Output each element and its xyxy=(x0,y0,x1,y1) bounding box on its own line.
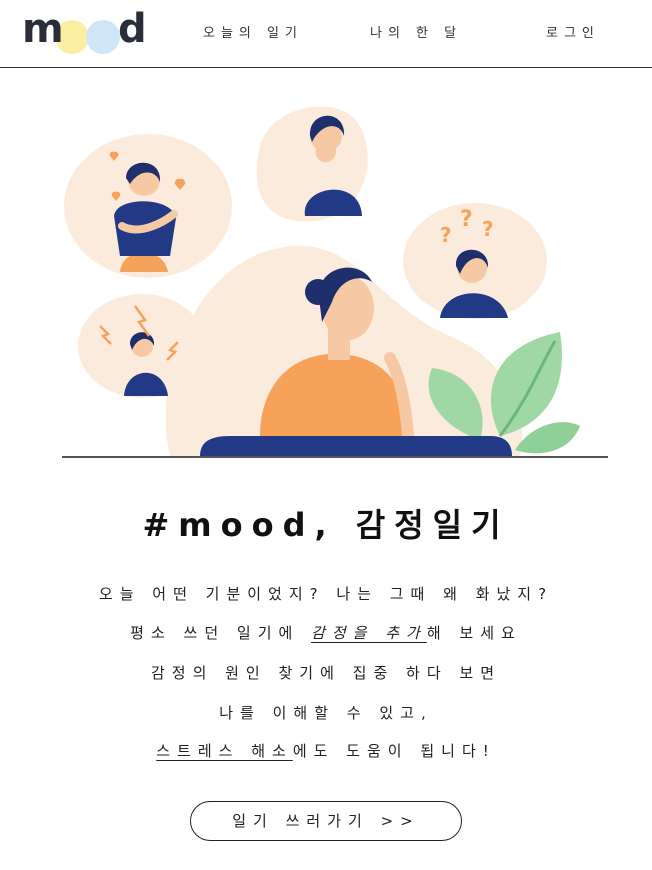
stress-relief-link[interactable]: 스트레스 해소 xyxy=(156,742,293,760)
site-header: m d 오늘의 일기 나의 한 달 로그인 xyxy=(0,0,652,68)
intro-line-2-post: 해 보세요 xyxy=(426,624,522,642)
intro-line-5: 스트레스 해소에도 도움이 됩니다! xyxy=(0,740,652,761)
intro-line-4: 나를 이해할 수 있고, xyxy=(219,704,433,722)
intro-line-2-pre: 평소 쓰던 일기에 xyxy=(130,624,312,642)
intro-line-2: 평소 쓰던 일기에 감정을 추가해 보세요 xyxy=(0,622,652,643)
question-icon: ? xyxy=(460,207,473,232)
nav-today-diary[interactable]: 오늘의 일기 xyxy=(203,22,303,41)
add-emotion-link[interactable]: 감정을 추가 xyxy=(311,624,427,642)
nav-my-month[interactable]: 나의 한 달 xyxy=(370,22,462,41)
logo-m: m xyxy=(22,6,64,52)
question-icon: ? xyxy=(482,217,494,241)
nav-login[interactable]: 로그인 xyxy=(546,22,600,41)
page-title: #mood, 감정일기 xyxy=(142,506,510,544)
intro-line-5-post: 에도 도움이 됩니다! xyxy=(292,742,496,760)
logo-o-blue xyxy=(86,20,120,54)
intro-line-3: 감정의 원인 찾기에 집중 하다 보면 xyxy=(150,664,502,682)
logo-d: d xyxy=(118,6,147,52)
write-diary-button[interactable]: 일기 쓰러가기 >> xyxy=(190,801,462,841)
intro-line-1: 오늘 어떤 기분이었지? 나는 그때 왜 화났지? xyxy=(98,585,554,603)
hero-illustration: ? ? ? xyxy=(62,106,608,458)
question-icon: ? xyxy=(440,223,452,247)
mood-logo[interactable]: m d xyxy=(22,6,152,58)
